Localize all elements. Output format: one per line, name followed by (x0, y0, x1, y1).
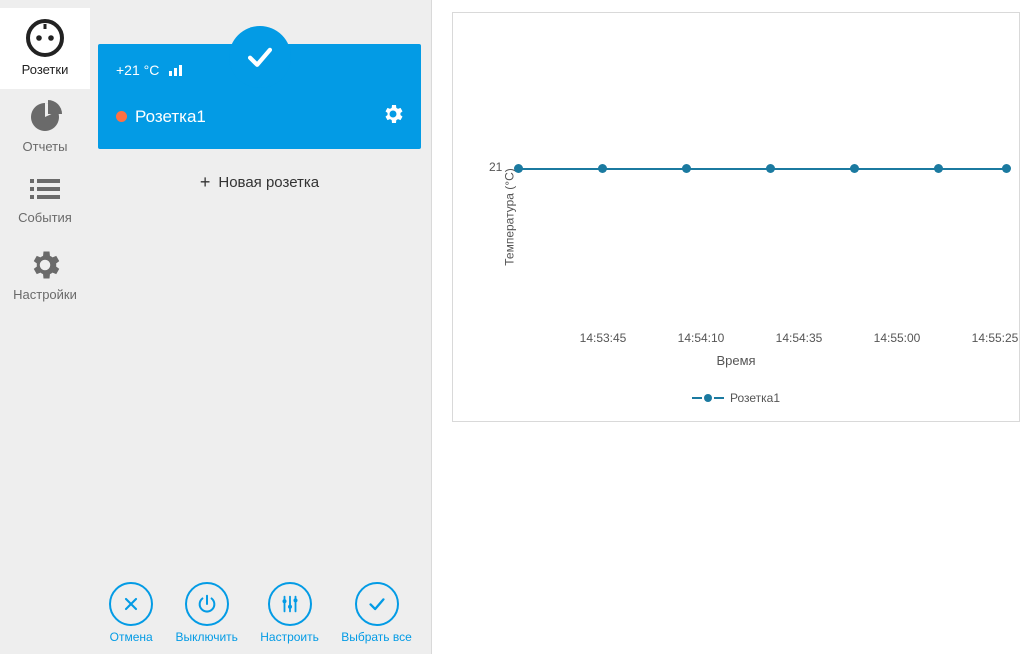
chart-data-point (514, 164, 523, 173)
socket-name: Розетка1 (135, 107, 206, 127)
add-socket-button[interactable]: + Новая розетка (98, 149, 421, 215)
pie-chart-icon (27, 99, 63, 135)
sidebar-item-events[interactable]: События (0, 166, 90, 237)
configure-button[interactable]: Настроить (260, 582, 319, 644)
sidebar-item-sockets[interactable]: Розетки (0, 8, 90, 89)
chart-y-axis-label: Температура (°C) (503, 168, 517, 265)
sidebar-item-reports[interactable]: Отчеты (0, 89, 90, 166)
sidebar-item-label: Настройки (13, 287, 77, 302)
sliders-icon (279, 593, 301, 615)
chart-legend: Розетка1 (692, 391, 780, 405)
chart-x-ticks: 14:53:45 14:54:10 14:54:35 14:55:00 14:5… (453, 331, 1019, 347)
turn-off-button[interactable]: Выключить (175, 582, 237, 644)
chart-x-tick: 14:54:35 (776, 331, 823, 345)
selected-badge (229, 26, 291, 88)
check-icon (243, 40, 277, 74)
chart-panel: Температура (°C) 21 14:53:45 14:54:10 14… (432, 0, 1027, 654)
socket-card[interactable]: +21 °C Розетка1 (98, 44, 421, 149)
chart-x-tick: 14:53:45 (580, 331, 627, 345)
gear-icon (381, 102, 405, 126)
select-all-button[interactable]: Выбрать все (341, 582, 412, 644)
plus-icon: + (200, 173, 211, 191)
signal-icon (169, 65, 182, 76)
chart-x-tick: 14:54:10 (678, 331, 725, 345)
cancel-button[interactable]: Отмена (109, 582, 153, 644)
sidebar-item-label: Отчеты (23, 139, 68, 154)
close-icon (121, 594, 141, 614)
status-dot-icon (116, 111, 127, 122)
list-icon (28, 176, 62, 206)
action-label: Настроить (260, 630, 319, 644)
legend-marker-icon (692, 394, 724, 402)
sidebar-item-settings[interactable]: Настройки (0, 237, 90, 314)
chart-data-point (934, 164, 943, 173)
socket-settings-button[interactable] (381, 102, 405, 131)
action-bar: Отмена Выключить (90, 582, 431, 644)
sidebar-item-label: События (18, 210, 72, 225)
gear-icon (27, 247, 63, 283)
chart-y-tick: 21 (489, 160, 502, 174)
action-label: Выбрать все (341, 630, 412, 644)
chart-data-point (682, 164, 691, 173)
chart-x-tick: 14:55:00 (874, 331, 921, 345)
chart-x-tick: 14:55:25 (972, 331, 1019, 345)
chart-data-point (850, 164, 859, 173)
action-label: Отмена (110, 630, 153, 644)
chart-data-point (598, 164, 607, 173)
socket-list-panel: +21 °C Розетка1 + Новая розетка (90, 0, 432, 654)
temperature-chart: Температура (°C) 21 14:53:45 14:54:10 14… (452, 12, 1020, 422)
socket-icon (25, 18, 65, 58)
action-label: Выключить (175, 630, 237, 644)
add-socket-label: Новая розетка (218, 174, 319, 191)
sidebar-item-label: Розетки (22, 62, 69, 77)
chart-x-axis-label: Время (716, 353, 755, 368)
chart-data-point (766, 164, 775, 173)
legend-series-name: Розетка1 (730, 391, 780, 405)
socket-temperature: +21 °C (116, 62, 159, 78)
check-icon (366, 593, 388, 615)
power-icon (196, 593, 218, 615)
chart-data-point (1002, 164, 1011, 173)
sidebar: Розетки Отчеты События (0, 0, 90, 654)
